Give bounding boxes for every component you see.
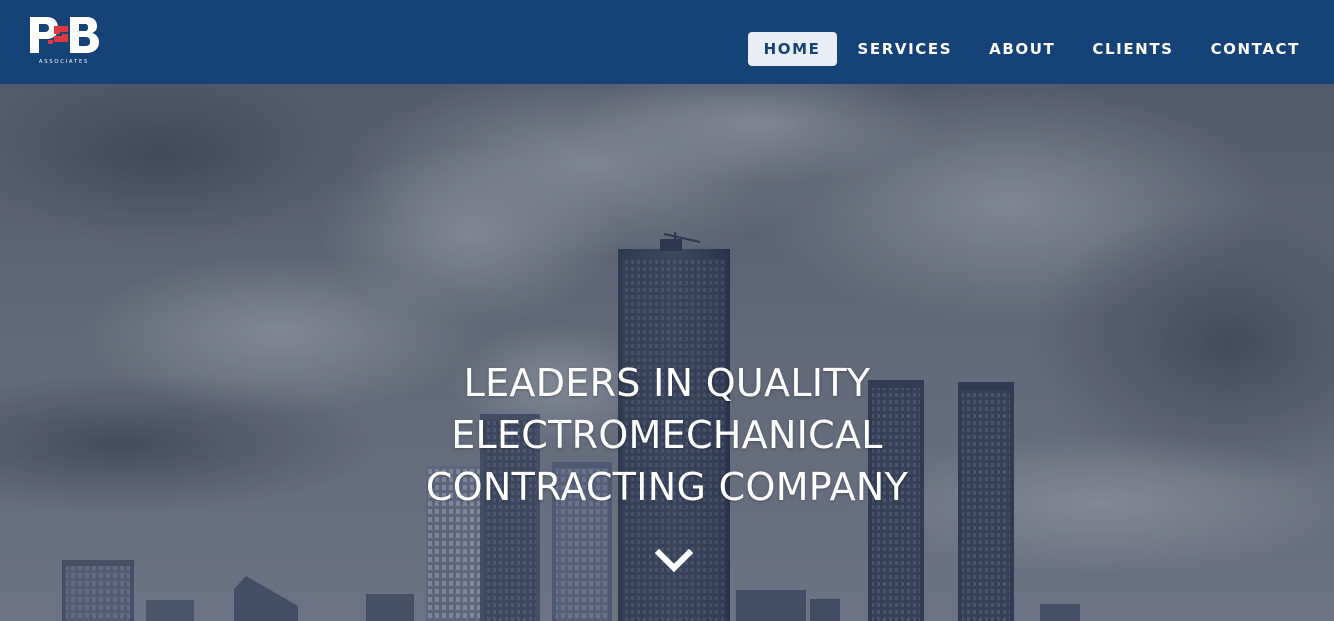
site-header: ASSOCIATES HOME SERVICES ABOUT CLIENTS C… — [0, 0, 1334, 84]
nav-about[interactable]: ABOUT — [973, 32, 1071, 66]
chevron-down-icon — [654, 548, 694, 573]
hero-heading-line-1: LEADERS IN QUALITY — [463, 361, 871, 405]
nav-home[interactable]: HOME — [747, 32, 837, 66]
hero-heading-line-3: CONTRACTING COMPANY — [425, 465, 909, 509]
pb-associates-logo-icon: ASSOCIATES — [30, 17, 99, 65]
logo-tagline: ASSOCIATES — [39, 59, 89, 65]
nav-services[interactable]: SERVICES — [842, 32, 969, 66]
nav-contact[interactable]: CONTACT — [1195, 32, 1316, 66]
hero-overlay — [0, 84, 1334, 621]
page: ASSOCIATES HOME SERVICES ABOUT CLIENTS C… — [0, 0, 1334, 621]
hero-heading-line-2: ELECTROMECHANICAL — [451, 413, 883, 457]
site-logo[interactable]: ASSOCIATES — [28, 15, 102, 67]
main-nav: HOME SERVICES ABOUT CLIENTS CONTACT — [743, 32, 1316, 66]
nav-clients[interactable]: CLIENTS — [1076, 32, 1189, 66]
scroll-down-button[interactable] — [652, 544, 696, 578]
hero-section: LEADERS IN QUALITY ELECTROMECHANICAL CON… — [0, 84, 1334, 621]
hero-heading: LEADERS IN QUALITY ELECTROMECHANICAL CON… — [0, 357, 1334, 513]
